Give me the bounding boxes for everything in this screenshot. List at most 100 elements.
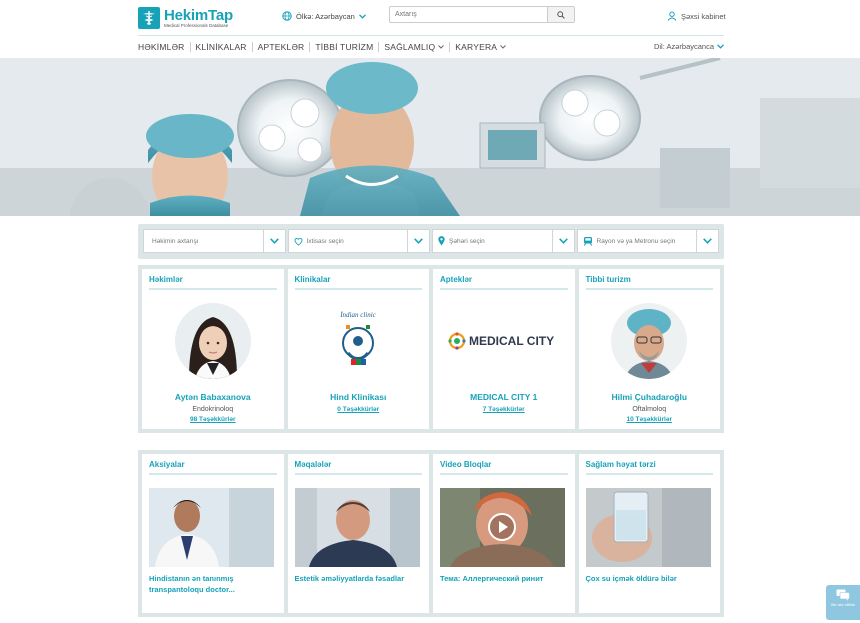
chat-bubble-icon <box>836 589 850 601</box>
chevron-down-icon <box>500 45 507 49</box>
dropdown-toggle[interactable] <box>262 230 285 252</box>
article-title-link[interactable]: Тема: Аллергический ринит <box>440 574 568 585</box>
card-title: Klinikalar <box>294 275 422 290</box>
card-title: Video Bloqlar <box>440 460 568 475</box>
search-filter-bar: Həkimin axtarışı İxtisası seçin Şəhəri s… <box>138 224 724 259</box>
video-thumbnail[interactable] <box>440 488 565 567</box>
chevron-down-icon <box>717 44 724 49</box>
thanks-count-link[interactable]: 98 Təşəkkürlər <box>149 416 277 423</box>
nav-clinics[interactable]: KLİNİKALAR <box>196 42 247 52</box>
filter-label: Şəhəri seçin <box>449 237 485 245</box>
logo[interactable]: HekimTap Medical Professionals Database <box>138 6 233 30</box>
card-title: Tibbi turizm <box>585 275 713 290</box>
doctor-specialty: Oftalmoloq <box>632 406 667 413</box>
filter-label: İxtisası seçin <box>306 237 344 245</box>
doctor-name-link[interactable]: Hilmi Çuhadaroğlu <box>586 392 714 402</box>
globe-icon <box>282 11 292 21</box>
cabinet-label: Şəxsi kabinet <box>681 11 726 21</box>
promotions-card[interactable]: Aksiyalar Hindistanın ən tanınmış transp… <box>142 454 284 613</box>
dropdown-toggle[interactable] <box>696 230 718 252</box>
clinic-name-link[interactable]: Hind Klinikası <box>295 392 423 402</box>
doctors-card[interactable]: Həkimlər Aytən Babaxanova Endokrinoloq 9… <box>142 269 284 429</box>
chevron-down-icon <box>438 45 445 49</box>
metro-icon <box>583 236 593 246</box>
chevron-down-icon <box>358 13 366 19</box>
thanks-count-link[interactable]: 10 Təşəkkürlər <box>586 416 714 423</box>
specialty-icon <box>293 237 303 246</box>
pharmacy-name-link[interactable]: MEDICAL CITY 1 <box>440 392 568 402</box>
nav-doctors[interactable]: HƏKİMLƏR <box>138 42 185 52</box>
search-box <box>389 6 575 23</box>
nav-medical-tourism[interactable]: TİBBİ TURİZM <box>315 42 373 52</box>
article-thumbnail[interactable] <box>294 488 420 567</box>
metro-filter[interactable]: Rayon və ya Metronu seçin <box>576 229 719 253</box>
city-filter[interactable]: Şəhəri seçin <box>432 229 575 253</box>
nav-separator <box>189 42 191 52</box>
country-label: Ölkə: Azərbaycan <box>296 11 355 21</box>
clinics-card[interactable]: Klinikalar İndian clinic Hind Klinikası … <box>287 269 429 429</box>
hero-banner-image <box>0 58 860 216</box>
nav-health[interactable]: SAĞLAMLIQ <box>384 42 445 52</box>
chevron-down-icon <box>703 238 712 244</box>
logo-subtitle: Medical Professionals Database <box>164 22 229 28</box>
specialty-filter[interactable]: İxtisası seçin <box>287 229 430 253</box>
header: HekimTap Medical Professionals Database … <box>138 0 726 36</box>
chevron-down-icon <box>269 238 279 244</box>
card-title: Sağlam həyat tərzi <box>585 460 713 475</box>
nav-separator <box>309 42 311 52</box>
article-title-link[interactable]: Çox su içmək öldürə bilər <box>586 574 714 585</box>
promotion-thumbnail[interactable] <box>149 488 274 567</box>
search-icon <box>557 10 565 19</box>
chevron-down-icon <box>558 238 568 244</box>
medical-tourism-card[interactable]: Tibbi turizm Hilmi Çuhadaroğlu Oftalmolo… <box>578 269 720 429</box>
main-nav: HƏKİMLƏR KLİNİKALAR APTEKLƏR TİBBİ TURİZ… <box>138 37 724 57</box>
play-icon[interactable] <box>487 512 517 542</box>
healthy-lifestyle-card[interactable]: Sağlam həyat tərzi Çox su içmək öldürə b… <box>578 454 720 613</box>
language-label: Dil: Azərbaycanca <box>653 42 714 51</box>
content-row: Aksiyalar Hindistanın ən tanınmış transp… <box>138 450 724 617</box>
doctor-specialty: Endokrinoloq <box>192 406 234 413</box>
search-input[interactable] <box>390 7 547 22</box>
doctor-avatar[interactable] <box>174 303 251 379</box>
nav-pharmacies[interactable]: APTEKLƏR <box>258 42 305 52</box>
article-title-link[interactable]: Hindistanın ən tanınmış transpantoloqu d… <box>149 574 277 596</box>
nav-separator <box>251 42 253 52</box>
featured-row: Həkimlər Aytən Babaxanova Endokrinoloq 9… <box>138 265 724 433</box>
chat-status: We are offline <box>830 602 856 607</box>
user-icon <box>667 11 677 21</box>
card-title: Məqalələr <box>294 460 422 475</box>
card-title: Aksiyalar <box>149 460 277 475</box>
pharmacies-card[interactable]: Apteklər MEDICAL CITY MEDICAL CITY 1 7 T… <box>433 269 575 429</box>
personal-cabinet-link[interactable]: Şəxsi kabinet <box>667 11 726 21</box>
logo-title: HekimTap <box>164 6 233 24</box>
clinic-logo[interactable]: İndian clinic <box>320 303 397 379</box>
filter-label: Rayon və ya Metronu seçin <box>596 237 676 245</box>
location-pin-icon <box>438 236 445 246</box>
pharmacy-logo-text: MEDICAL CITY <box>469 334 554 348</box>
pharmacy-logo[interactable]: MEDICAL CITY <box>447 303 560 379</box>
card-title: Həkimlər <box>149 275 277 290</box>
card-title: Apteklər <box>440 275 568 290</box>
country-selector[interactable]: Ölkə: Azərbaycan <box>282 11 366 21</box>
doctor-name-link[interactable]: Aytən Babaxanova <box>149 392 277 402</box>
clinic-logo-text: İndian clinic <box>339 311 376 319</box>
doctor-search-filter[interactable]: Həkimin axtarışı <box>143 229 286 253</box>
thanks-count-link[interactable]: 0 Təşəkkürlər <box>295 406 423 413</box>
dropdown-toggle[interactable] <box>407 230 429 252</box>
nav-separator <box>378 42 380 52</box>
language-selector[interactable]: Dil: Azərbaycanca <box>654 42 724 51</box>
article-title-link[interactable]: Estetik əməliyyatlarda fəsadlar <box>295 574 423 585</box>
video-blogs-card[interactable]: Video Bloqlar Тема: Аллергический ринит <box>433 454 575 613</box>
caduceus-icon <box>138 7 160 29</box>
doctor-avatar[interactable] <box>611 303 688 379</box>
header-divider <box>138 35 724 36</box>
lifestyle-thumbnail[interactable] <box>585 488 711 567</box>
dropdown-toggle[interactable] <box>551 230 574 252</box>
chat-widget[interactable]: We are offline <box>826 585 860 620</box>
nav-career[interactable]: KARYERA <box>455 42 507 52</box>
filter-label: Həkimin axtarışı <box>152 237 199 245</box>
search-button[interactable] <box>547 7 574 22</box>
thanks-count-link[interactable]: 7 Təşəkkürlər <box>440 406 568 413</box>
articles-card[interactable]: Məqalələr Estetik əməliyyatlarda fəsadla… <box>287 454 429 613</box>
chevron-down-icon <box>414 238 423 244</box>
